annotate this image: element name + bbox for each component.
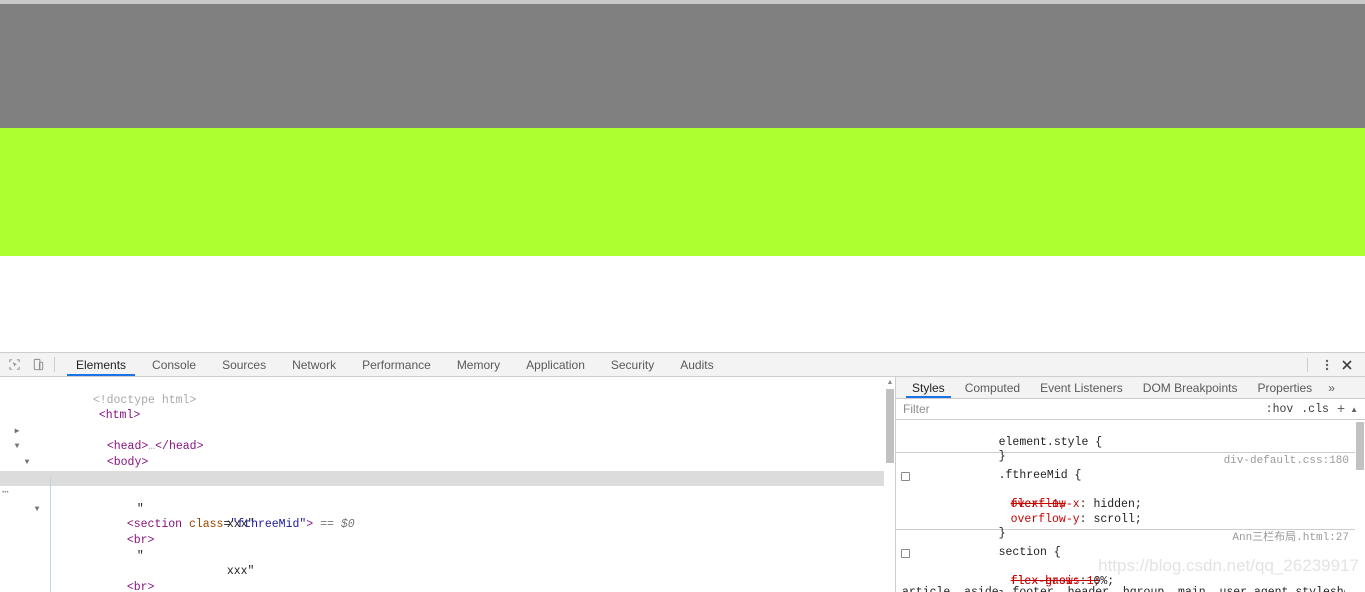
rule-selector-line[interactable]: section { Ann三栏布局.html:27 [896, 531, 1355, 559]
dom-row-text-value[interactable]: xxx" [0, 549, 884, 578]
styles-pane: Styles Computed Event Listeners DOM Brea… [896, 377, 1365, 592]
dom-tree-scrollbar[interactable]: ▲ [884, 377, 895, 592]
device-toolbar-icon[interactable] [31, 357, 46, 372]
tab-event-listeners-label: Event Listeners [1040, 380, 1123, 395]
window-controls-divider [1307, 357, 1308, 372]
close-icon[interactable] [1337, 355, 1357, 375]
tab-network-label: Network [292, 357, 337, 372]
tab-memory-label: Memory [456, 357, 501, 372]
page-content-band [0, 128, 1365, 256]
dom-row-text-open[interactable]: " [0, 580, 884, 592]
dom-row[interactable]: <head>…</head> [0, 408, 884, 453]
devtools-window-controls [1305, 353, 1365, 376]
dom-row[interactable]: <html> [0, 393, 884, 422]
styles-scrollbar[interactable] [1355, 420, 1365, 592]
tab-event-listeners[interactable]: Event Listeners [1030, 377, 1133, 398]
more-options-icon[interactable] [1317, 355, 1337, 375]
tab-audits-label: Audits [680, 357, 714, 372]
rule-origin-link[interactable]: Ann三栏布局.html:27 [1232, 531, 1349, 546]
devtools-tabbar: Elements Console Sources Network Perform… [0, 353, 1365, 377]
rule-origin-link[interactable]: div-default.css:180 [1224, 454, 1349, 469]
dom-row[interactable]: <header></header> [0, 455, 884, 485]
declaration-enable-checkbox[interactable] [901, 548, 910, 558]
scrollbar-thumb[interactable] [1356, 422, 1364, 470]
tabbar-divider [54, 357, 55, 372]
tab-dom-breakpoints[interactable]: DOM Breakpoints [1133, 377, 1248, 398]
cutoff-rule-text: article, aside, footer, header, hgroup, … [902, 586, 1345, 592]
devtools-tab-list: Elements Console Sources Network Perform… [63, 353, 1305, 376]
tab-elements[interactable]: Elements [63, 353, 139, 376]
dom-row-br[interactable]: <br> [0, 564, 884, 592]
devtools-tool-icons [0, 353, 52, 376]
rule-declaration[interactable]: flex-grow: 1; [896, 546, 1355, 588]
style-rule-fthreemid: .fthreeMid { div-default.css:180 flex: 1… [896, 453, 1355, 540]
screenshot-root: Elements Console Sources Network Perform… [0, 0, 1365, 592]
style-rule-cutoff[interactable]: article, aside, footer, header, hgroup, … [896, 586, 1345, 592]
tab-properties-label: Properties [1257, 380, 1313, 395]
styles-filter-input[interactable] [896, 398, 1262, 420]
tab-security[interactable]: Security [598, 353, 667, 376]
dom-row[interactable]: <!doctype html> [0, 377, 884, 407]
new-style-rule-button[interactable]: + [1333, 400, 1348, 418]
tab-memory[interactable]: Memory [444, 353, 513, 376]
tab-performance-label: Performance [362, 357, 431, 372]
dom-row-text-value[interactable]: xxx" [0, 502, 884, 531]
styles-toolbar: :hov .cls + ▲ [896, 398, 1365, 420]
dom-tree-pane[interactable]: <!doctype html> <html> <head>…</head> [0, 377, 884, 592]
tab-properties[interactable]: Properties [1247, 377, 1322, 398]
rule-selector-line[interactable]: element.style { [896, 421, 1355, 449]
page-header-band [0, 4, 1365, 128]
styles-tabbar: Styles Computed Event Listeners DOM Brea… [896, 377, 1365, 399]
inspect-element-icon[interactable] [7, 357, 22, 372]
tab-computed[interactable]: Computed [955, 377, 1030, 398]
dom-row-br[interactable]: <br> [0, 517, 884, 547]
tab-audits[interactable]: Audits [667, 353, 726, 376]
styles-tabs-overflow-icon[interactable]: » [1322, 377, 1341, 398]
styles-tabs-overflow-label: » [1328, 380, 1335, 395]
tab-elements-label: Elements [76, 357, 127, 372]
rule-close-line: } [896, 513, 1355, 540]
rule-declaration[interactable]: overflow-x: hidden; [896, 483, 1355, 511]
tab-computed-label: Computed [964, 380, 1021, 395]
dom-row[interactable]: <body> [0, 424, 884, 469]
dom-row-text-open[interactable]: " [0, 533, 884, 563]
scroll-up-arrow-icon[interactable]: ▲ [885, 378, 895, 387]
dom-tree-scroll: <!doctype html> <html> <head>…</head> [0, 377, 884, 592]
tab-console-label: Console [152, 357, 197, 372]
tab-console[interactable]: Console [139, 353, 209, 376]
tab-sources-label: Sources [222, 357, 267, 372]
class-editor-button[interactable]: .cls [1297, 403, 1333, 416]
tab-application-label: Application [526, 357, 585, 372]
rule-selector-line[interactable]: .fthreeMid { div-default.css:180 [896, 454, 1355, 482]
dom-row-selected-section[interactable]: ⋯ <section class="fthreeMid"> == $0 [0, 470, 884, 531]
tab-dom-breakpoints-label: DOM Breakpoints [1142, 380, 1238, 395]
tab-sources[interactable]: Sources [209, 353, 279, 376]
page-footer-band [0, 256, 1365, 352]
hover-state-button[interactable]: :hov [1262, 403, 1298, 416]
style-rule-element-style: element.style { } [896, 420, 1355, 463]
tab-security-label: Security [610, 357, 655, 372]
scroll-up-arrow-icon[interactable]: ▲ [1348, 405, 1365, 414]
scrollbar-thumb[interactable] [886, 389, 894, 463]
tab-application[interactable]: Application [513, 353, 598, 376]
tab-styles[interactable]: Styles [902, 377, 955, 398]
dom-row[interactable]: <div class="flex-box fthreeBox"> [0, 439, 884, 485]
rule-declaration[interactable]: flex: 1; [896, 469, 1355, 511]
styles-rules-list: element.style { } .fthreeMid { div-defau… [896, 420, 1355, 592]
devtools-panel: Elements Console Sources Network Perform… [0, 352, 1365, 592]
tab-styles-label: Styles [912, 380, 945, 395]
tab-network[interactable]: Network [279, 353, 349, 376]
tab-performance[interactable]: Performance [349, 353, 444, 376]
dom-row-text-open[interactable]: " [0, 486, 884, 516]
declaration-enable-checkbox[interactable] [901, 471, 910, 481]
devtools-body: <!doctype html> <html> <head>…</head> [0, 377, 1365, 592]
page-viewport [0, 0, 1365, 352]
rule-declaration[interactable]: flex-basis: 0%; [896, 560, 1355, 588]
rule-declaration[interactable]: overflow-y: scroll; [896, 498, 1355, 526]
rule-close-line: } [896, 436, 1355, 463]
style-rule-section: section { Ann三栏布局.html:27 flex-grow: 1; … [896, 530, 1355, 592]
